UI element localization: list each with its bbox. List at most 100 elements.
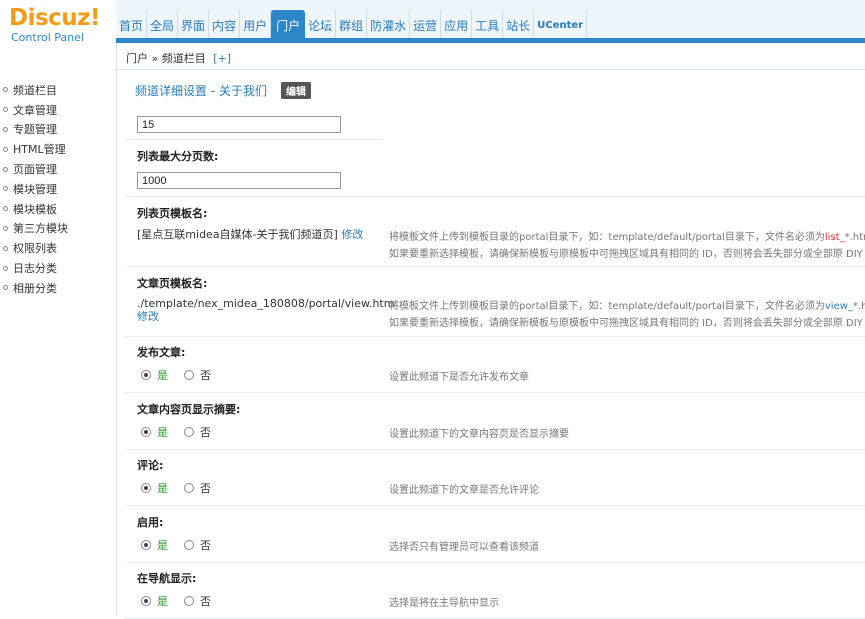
sidebar-item[interactable]: 相册分类 xyxy=(0,278,116,298)
radio-no[interactable] xyxy=(184,483,194,493)
divider xyxy=(124,336,865,337)
radio-no-label[interactable]: 否 xyxy=(200,480,211,496)
sidebar-item[interactable]: 频道栏目 xyxy=(0,80,116,100)
list-template-name: [星点互联midea自媒体-关于我们频道页] xyxy=(137,228,338,241)
radio-yes-label[interactable]: 是 xyxy=(157,367,168,383)
radio-no-label[interactable]: 否 xyxy=(200,593,211,609)
bullet-icon xyxy=(3,285,8,291)
radio-setting-tip: 选择否只有管理员可以查看该频道 xyxy=(389,541,539,553)
radio-yes[interactable] xyxy=(141,483,151,493)
radio-no-label[interactable]: 否 xyxy=(200,367,211,383)
logo-name: Discuz! xyxy=(9,5,101,31)
tip-text: 如果要重新选择模板，请确保新模板与原模板中可拖拽区域具有相同的 ID，否则将会丢… xyxy=(389,249,865,260)
radio-setting-tip: 设置此频道下是否允许发布文章 xyxy=(389,372,529,383)
sidebar-item-label: 频道栏目 xyxy=(13,83,57,97)
sidebar-item-label: 相册分类 xyxy=(13,281,57,295)
divider xyxy=(124,561,865,563)
sidebar-item[interactable]: 模块管理 xyxy=(0,179,116,199)
radio-no-label[interactable]: 否 xyxy=(200,424,211,440)
breadcrumb-add-link[interactable]: [+] xyxy=(213,52,231,65)
divider xyxy=(124,139,384,140)
sidebar-item-label: 模块模板 xyxy=(13,202,57,216)
nav-tab[interactable]: 内容 xyxy=(209,10,241,40)
sidebar-item[interactable]: 页面管理 xyxy=(0,159,116,179)
bullet-icon xyxy=(3,126,8,132)
nav-tab[interactable]: UCenter xyxy=(534,10,588,40)
divider xyxy=(124,196,865,197)
sidebar-item-label: 模块管理 xyxy=(13,182,57,196)
radio-group: 是否 xyxy=(141,480,211,496)
nav-tab[interactable]: 群组 xyxy=(336,10,368,40)
radio-no-label[interactable]: 否 xyxy=(200,537,211,553)
page-title: 频道详细设置 - 关于我们 编辑 xyxy=(135,82,311,99)
sidebar-item[interactable]: 日志分类 xyxy=(0,258,116,278)
tip-text: 如果要重新选择模板，请确保新模板与原模板中可拖拽区域具有相同的 ID，否则将会丢… xyxy=(389,318,865,329)
radio-yes[interactable] xyxy=(141,426,151,437)
logo[interactable]: Discuz! Control Panel xyxy=(0,0,116,44)
view-template-label: 文章页模板名: xyxy=(137,277,208,290)
radio-group: 是否 xyxy=(141,537,211,553)
tip-text: 将模板文件上传到模板目录的portal目录下，如：template/defaul… xyxy=(389,301,825,312)
nav-tab[interactable]: 运营 xyxy=(410,10,442,40)
max-pages-label: 列表最大分页数: xyxy=(137,150,219,163)
nav-tab[interactable]: 界面 xyxy=(178,10,210,40)
radio-no[interactable] xyxy=(184,426,194,437)
sidebar-divider xyxy=(116,44,117,616)
radio-setting-label: 评论: xyxy=(137,459,164,472)
radio-group: 是否 xyxy=(141,424,211,440)
bullet-icon xyxy=(3,225,8,231)
sidebar-item-label: 文章管理 xyxy=(13,103,57,117)
radio-yes-label[interactable]: 是 xyxy=(157,537,168,553)
view-template-edit-link[interactable]: 修改 xyxy=(137,310,159,323)
nav-tab[interactable]: 防灌水 xyxy=(367,10,411,40)
nav-tab[interactable]: 首页 xyxy=(116,10,148,40)
view-template-path: ./template/nex_midea_180808/portal/view.… xyxy=(137,297,395,310)
radio-setting-label: 在导航显示: xyxy=(137,572,197,585)
nav-tab[interactable]: 论坛 xyxy=(305,10,337,40)
radio-setting-label: 文章内容页显示摘要: xyxy=(137,402,241,416)
radio-no[interactable] xyxy=(184,370,194,380)
bullet-icon xyxy=(3,87,8,93)
radio-yes[interactable] xyxy=(141,370,151,380)
radio-no[interactable] xyxy=(184,596,194,606)
tip-text: *.htm， xyxy=(844,232,865,243)
breadcrumb-text: 门户 » 频道栏目 xyxy=(126,52,206,65)
nav-tab[interactable]: 用户 xyxy=(240,10,272,40)
nav-tab[interactable]: 站长 xyxy=(503,10,535,40)
edit-button[interactable]: 编辑 xyxy=(280,82,311,99)
sidebar-item[interactable]: 文章管理 xyxy=(0,100,116,120)
nav-tab[interactable]: 应用 xyxy=(441,10,473,40)
bullet-icon xyxy=(3,107,8,113)
nav-tab[interactable]: 全局 xyxy=(147,10,179,40)
sidebar-item-label: 专题管理 xyxy=(13,123,57,137)
sidebar-item[interactable]: 专题管理 xyxy=(0,120,116,140)
per-page-input[interactable] xyxy=(137,116,341,133)
nav-tab[interactable]: 工具 xyxy=(472,10,504,40)
bullet-icon xyxy=(3,146,8,152)
tip-text: *.htm， xyxy=(852,301,865,312)
max-pages-input[interactable] xyxy=(137,172,341,189)
bullet-icon xyxy=(3,186,8,192)
radio-group: 是否 xyxy=(141,367,211,383)
divider xyxy=(124,392,865,393)
sidebar-item[interactable]: 权限列表 xyxy=(0,238,116,258)
logo-subtitle: Control Panel xyxy=(11,31,84,44)
sidebar-item[interactable]: 模块模板 xyxy=(0,199,116,219)
nav-tab[interactable]: 门户 xyxy=(271,10,306,40)
tip-text: 将模板文件上传到模板目录的portal目录下，如：template/defaul… xyxy=(389,232,825,243)
radio-yes[interactable] xyxy=(141,596,151,606)
radio-group: 是否 xyxy=(141,593,211,609)
sidebar-item[interactable]: HTML管理 xyxy=(0,139,116,159)
radio-no[interactable] xyxy=(184,539,194,550)
list-template-tip: 将模板文件上传到模板目录的portal目录下，如：template/defaul… xyxy=(389,229,865,263)
radio-yes-label[interactable]: 是 xyxy=(157,480,168,496)
radio-yes-label[interactable]: 是 xyxy=(157,593,168,609)
header: Discuz! Control Panel 首页 全局 界面 内容 用户 门户 论坛 群组 防灌… xyxy=(0,0,865,44)
tip-highlight: list_ xyxy=(824,232,845,243)
radio-yes-label[interactable]: 是 xyxy=(157,424,168,440)
list-template-edit-link[interactable]: 修改 xyxy=(341,228,363,241)
radio-setting-label: 发布文章: xyxy=(137,346,186,359)
radio-yes[interactable] xyxy=(141,539,151,550)
sidebar-item[interactable]: 第三方模块 xyxy=(0,219,116,239)
sidebar-item-label: HTML管理 xyxy=(13,143,66,157)
